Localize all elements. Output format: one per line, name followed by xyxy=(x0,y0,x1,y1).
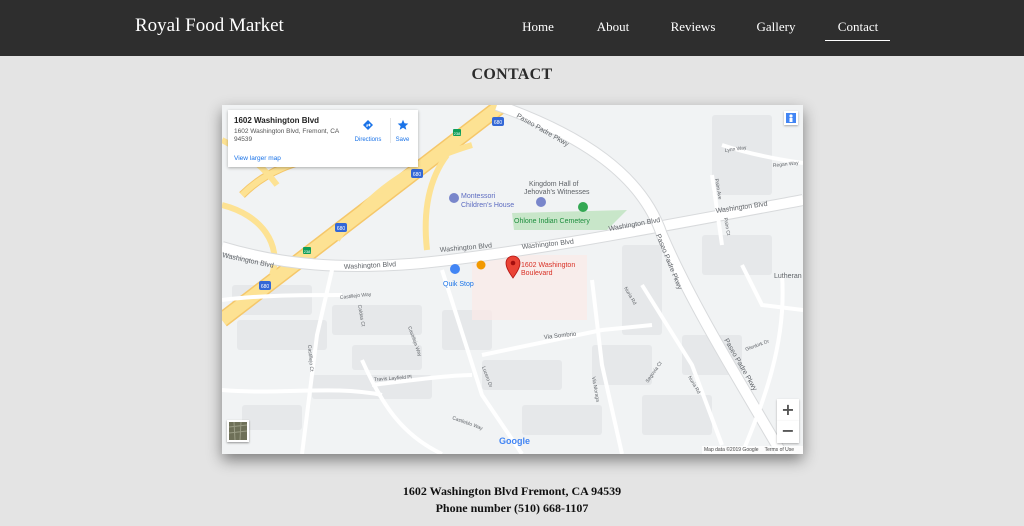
label-lutheran: Lutheran xyxy=(774,273,802,280)
terms-of-use-link[interactable]: Terms of Use xyxy=(765,447,794,453)
shield-238-2: 238 xyxy=(304,249,311,254)
pegman-icon xyxy=(786,113,796,123)
shield-680-3: 680 xyxy=(337,226,346,232)
shield-680-4: 680 xyxy=(261,284,270,290)
nav-gallery[interactable]: Gallery xyxy=(755,19,797,35)
page-title: CONTACT xyxy=(471,66,553,83)
star-icon xyxy=(397,119,408,130)
map-info-card: 1602 Washington Blvd 1602 Washington Blv… xyxy=(228,110,418,167)
map-data-credit: Map data ©2019 Google xyxy=(704,447,759,453)
svg-text:Quik Stop: Quik Stop xyxy=(443,281,474,288)
nav-reviews[interactable]: Reviews xyxy=(670,19,716,35)
shield-238-1: 238 xyxy=(454,131,461,136)
nav-home[interactable]: Home xyxy=(520,19,556,35)
satellite-toggle[interactable] xyxy=(227,420,249,442)
shield-680-1: 680 xyxy=(494,120,503,126)
info-card-address: 1602 Washington Blvd, Fremont, CA 94539 xyxy=(234,128,339,143)
address-text: 1602 Washington Blvd Fremont, CA 94539 xyxy=(402,484,622,498)
zoom-in-button[interactable]: + xyxy=(777,399,799,421)
street-view-button[interactable] xyxy=(784,111,798,125)
phone-text: Phone number (510) 668-1107 xyxy=(435,501,589,515)
save-label: Save xyxy=(395,137,410,143)
site-brand[interactable]: Royal Food Market xyxy=(135,15,284,37)
map-attribution: Map data ©2019 Google Terms of Use xyxy=(702,446,803,454)
satellite-thumbnail-icon xyxy=(229,422,247,440)
nav-contact[interactable]: Contact xyxy=(835,19,881,35)
nav-about[interactable]: About xyxy=(595,19,631,35)
top-navbar: Royal Food Market Home About Reviews Gal… xyxy=(0,0,1024,56)
pin-label-line2: Boulevard xyxy=(521,270,553,277)
nav-active-underline xyxy=(825,40,890,41)
info-card-title: 1602 Washington Blvd xyxy=(234,116,320,125)
pin-label-line1: 1602 Washington xyxy=(521,262,575,269)
save-button[interactable]: Save xyxy=(390,118,414,143)
svg-text:Ohlone Indian Cemetery: Ohlone Indian Cemetery xyxy=(514,218,590,225)
directions-label: Directions xyxy=(354,137,382,143)
svg-text:Jehovah's Witnesses: Jehovah's Witnesses xyxy=(524,189,590,196)
embedded-map[interactable]: 680 680 680 680 238 238 Washington Blvd … xyxy=(222,105,803,454)
svg-text:Kingdom Hall of: Kingdom Hall of xyxy=(529,181,578,188)
directions-icon xyxy=(363,120,373,130)
svg-text:Montessori: Montessori xyxy=(461,193,496,200)
view-larger-map-link[interactable]: View larger map xyxy=(234,155,281,162)
shield-680-2: 680 xyxy=(413,172,422,178)
directions-button[interactable]: Directions xyxy=(350,118,386,143)
zoom-out-button[interactable]: − xyxy=(777,421,799,443)
google-logo: Google xyxy=(499,436,530,446)
svg-text:Children's House: Children's House xyxy=(461,202,514,209)
